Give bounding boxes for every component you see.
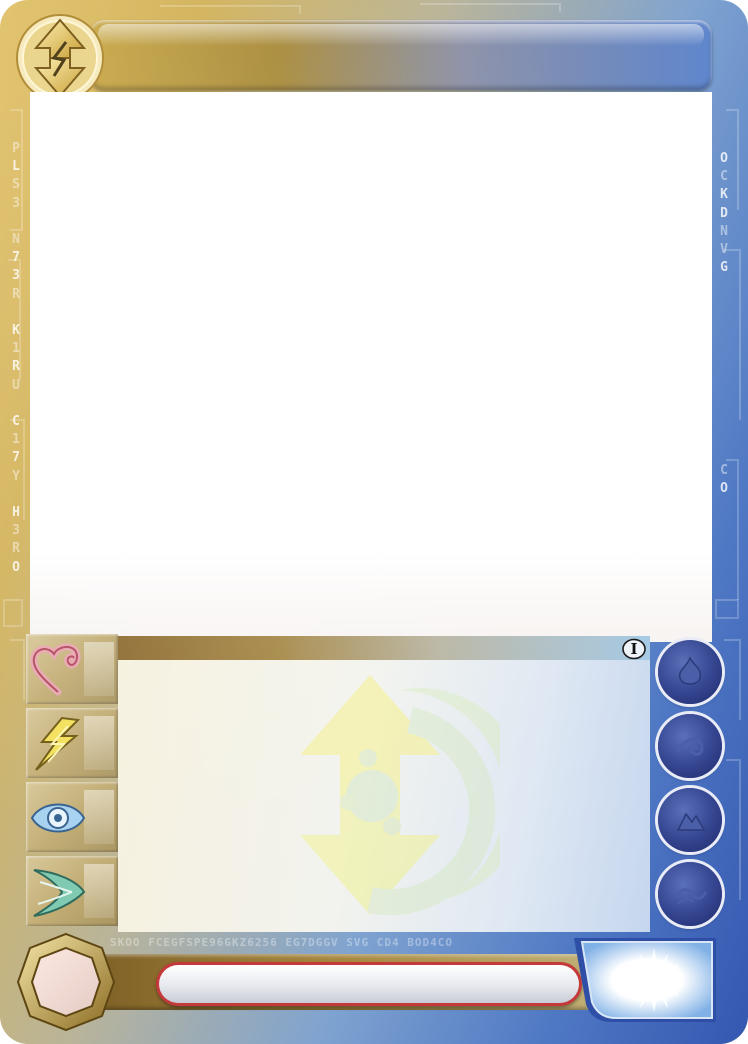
stat-value-slot <box>84 642 114 696</box>
left-code-char: O <box>12 559 20 575</box>
artwork-window <box>30 92 712 642</box>
left-code-char: N <box>12 232 20 248</box>
left-code-char: 1 <box>12 432 20 448</box>
title-bar-shine <box>98 24 704 46</box>
bottom-code-text: SKOO FCEGFSPE96GKZ6256 EG7DGGV SVG CD4 B… <box>110 936 454 949</box>
water-icon <box>674 888 708 905</box>
left-code-char: C <box>12 414 20 430</box>
right-code-char: C <box>720 463 728 478</box>
stat-wisdom <box>26 782 118 852</box>
left-code-char: 3 <box>12 195 20 211</box>
right-code-char: G <box>720 260 728 276</box>
left-code-char: 7 <box>12 250 20 266</box>
left-code-char: 1 <box>12 341 20 357</box>
left-code-char: H <box>12 505 20 521</box>
left-code-char: K <box>12 323 20 339</box>
right-code-char: O <box>720 151 728 166</box>
eye-icon <box>30 803 86 833</box>
type-bar <box>118 636 650 660</box>
right-code-char: D <box>720 205 728 221</box>
card-name-field <box>159 965 579 1003</box>
left-code-char: U <box>12 377 20 393</box>
octagon-gem-icon <box>16 932 116 1032</box>
arrow-wing-icon <box>33 869 86 917</box>
left-code-char: P <box>12 141 20 156</box>
left-code-char: 3 <box>12 268 20 284</box>
left-code-char: 3 <box>12 523 20 539</box>
title-bar <box>90 20 712 90</box>
starburst-panel-icon <box>574 938 716 1022</box>
earth-icon <box>676 812 706 831</box>
left-code-char <box>6 213 26 231</box>
air-icon <box>676 738 704 756</box>
stat-value-slot <box>84 790 114 844</box>
left-code-char <box>6 395 26 413</box>
right-side-code-lower: C O <box>714 462 734 498</box>
left-code-char: R <box>12 286 20 302</box>
stat-skill <box>26 856 118 926</box>
left-code-char: S <box>12 177 20 193</box>
right-code-char: V <box>720 242 728 258</box>
left-side-code: P L S 3 N 7 3 R K 1 R U C 1 7 Y H 3 R O <box>6 140 26 577</box>
stat-value-slot <box>84 716 114 770</box>
element-orb-column <box>654 640 726 930</box>
left-code-char: R <box>12 359 20 375</box>
fire-icon <box>678 656 702 685</box>
right-code-char: C <box>720 169 728 185</box>
lightning-icon <box>35 716 81 771</box>
heart-icon <box>30 643 81 696</box>
right-code-char: O <box>720 481 728 497</box>
card-name-pill <box>156 962 582 1006</box>
left-code-char: L <box>12 159 20 175</box>
stat-power <box>26 708 118 778</box>
stat-column <box>26 634 118 932</box>
right-code-char: K <box>720 187 728 203</box>
element-orb-fire <box>658 640 722 704</box>
stat-value-slot <box>84 864 114 918</box>
element-orb-air <box>658 714 722 778</box>
left-code-char: Y <box>12 468 20 484</box>
left-code-char: 7 <box>12 450 20 466</box>
right-side-code: O C K D N V G <box>714 150 734 277</box>
left-code-char: R <box>12 541 20 557</box>
element-orb-water <box>658 862 722 926</box>
faction-watermark-icon <box>300 675 500 916</box>
card-frame: P L S 3 N 7 3 R K 1 R U C 1 7 Y H 3 R O … <box>0 0 748 1044</box>
left-code-char <box>6 486 26 504</box>
level-symbol: I <box>630 640 638 658</box>
element-orb-earth <box>658 788 722 852</box>
right-code-char: N <box>720 223 728 239</box>
left-code-char <box>6 304 26 322</box>
faction-emblem-icon <box>16 14 104 102</box>
stat-energy <box>26 634 118 704</box>
